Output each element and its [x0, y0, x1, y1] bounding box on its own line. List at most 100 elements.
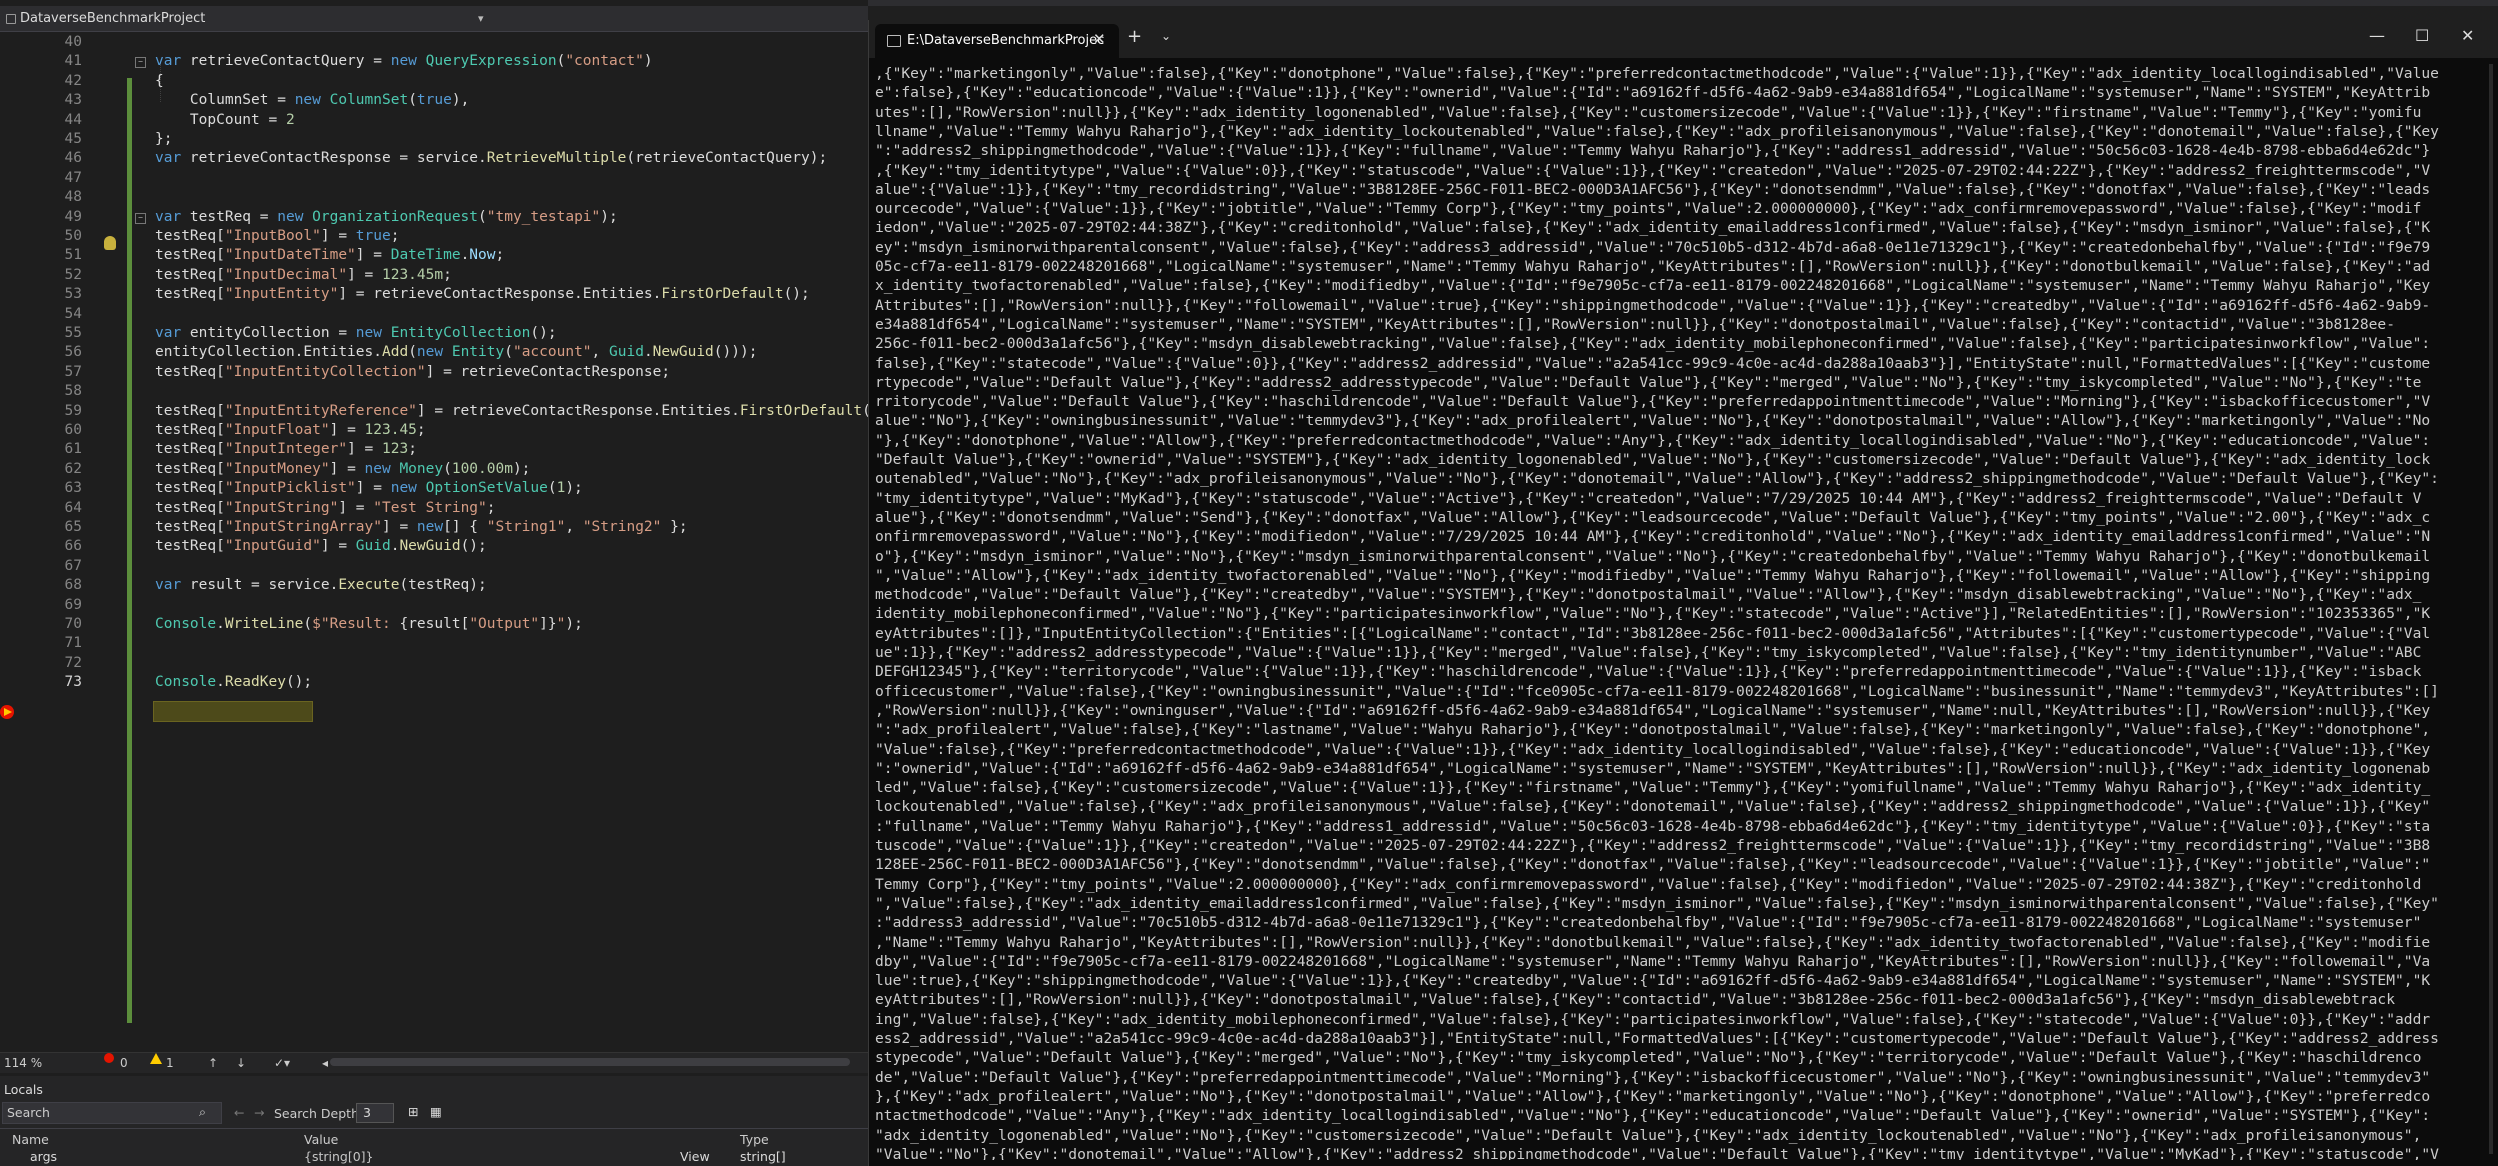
- terminal-line: ","Value":"Allow"},{"Key":"adx_identity_…: [875, 566, 2431, 584]
- view-button[interactable]: View: [680, 1149, 710, 1164]
- code-token: "InputMoney": [224, 460, 330, 477]
- code-text: };: [155, 130, 172, 149]
- code-line[interactable]: 44 TopCount = 2: [0, 111, 868, 130]
- minimize-icon[interactable]: —: [2369, 26, 2385, 45]
- terminal-line: alue"},{"Key":"donotsendmm","Value":"Sen…: [875, 508, 2431, 526]
- line-number: 50: [64, 228, 82, 244]
- code-line[interactable]: 67: [0, 557, 868, 576]
- terminal-line: "},{"Key":"donotphone","Value":"Allow"},…: [875, 431, 2431, 449]
- code-line[interactable]: 49 var testReq = new OrganizationRequest(…: [0, 208, 868, 227]
- terminal-line: methodcode","Value":"Default Value"},{"K…: [875, 586, 2422, 604]
- line-number: 48: [64, 189, 82, 206]
- terminal-line: llname","Value":"Temmy Wahyu Raharjo"},{…: [875, 122, 2439, 140]
- cleanup-icon[interactable]: ✓▾: [274, 1053, 290, 1073]
- code-line[interactable]: 71: [0, 634, 868, 653]
- code-line[interactable]: 64 testReq["InputString"] = "Test String"…: [0, 499, 868, 518]
- arrow-up-icon[interactable]: ↑: [208, 1053, 218, 1073]
- code-text: testReq["InputString"] = "Test String";: [155, 499, 496, 518]
- code-token: ] =: [381, 519, 417, 535]
- code-line[interactable]: 61 testReq["InputInteger"] = 123;: [0, 440, 868, 459]
- new-tab-icon[interactable]: +: [1127, 26, 1142, 47]
- arrow-down-icon[interactable]: ↓: [236, 1053, 246, 1073]
- code-token: testReq[: [155, 480, 225, 497]
- code-token: ] = retrieveContactResponse.Entities.: [416, 402, 740, 419]
- code-line[interactable]: 48: [0, 188, 868, 207]
- zoom-level[interactable]: 114 %: [4, 1053, 42, 1073]
- code-line[interactable]: 51 testReq["InputDateTime"] = DateTime.No…: [0, 246, 868, 265]
- terminal-tab[interactable]: E:\DataverseBenchmarkProjec ✕: [875, 24, 1119, 58]
- fold-toggle-icon[interactable]: −: [135, 212, 146, 224]
- code-line[interactable]: 62 testReq["InputMoney"] = new Money(100.…: [0, 460, 868, 479]
- code-line[interactable]: 63 testReq["InputPicklist"] = new OptionS…: [0, 479, 868, 498]
- locals-search-input[interactable]: Search ⌕: [2, 1102, 222, 1124]
- terminal-window: E:\DataverseBenchmarkProjec ✕ + ⌄ — ☐ ✕ …: [868, 20, 2498, 1166]
- code-line[interactable]: 66 testReq["InputGuid"] = Guid.NewGuid();: [0, 537, 868, 556]
- code-editor[interactable]: 40 41 var retrieveContactQuery = new Query…: [0, 32, 868, 1052]
- close-tab-icon[interactable]: ✕: [1093, 30, 1106, 48]
- code-token: Guid: [355, 538, 391, 555]
- code-line[interactable]: 41 var retrieveContactQuery = new QueryEx…: [0, 52, 868, 71]
- code-line[interactable]: 46 var retrieveContactResponse = service.…: [0, 149, 868, 168]
- code-line[interactable]: 52 testReq["InputDecimal"] = 123.45m;: [0, 266, 868, 285]
- column-header-value[interactable]: Value: [304, 1132, 338, 1147]
- code-line[interactable]: 60 testReq["InputFloat"] = 123.45;: [0, 421, 868, 440]
- code-line[interactable]: 57 testReq["InputEntityCollection"] = ret…: [0, 363, 868, 382]
- code-token: testReq[: [155, 363, 225, 380]
- line-number: 55: [64, 325, 82, 341]
- code-line[interactable]: 59 testReq["InputEntityReference"] = retr…: [0, 402, 868, 421]
- code-line[interactable]: 70 Console.WriteLine($"Result: {result["O…: [0, 615, 868, 634]
- code-line[interactable]: 40: [0, 33, 868, 52]
- hex-toggle-icon[interactable]: ▦: [430, 1104, 442, 1119]
- chevron-down-icon[interactable]: ⌄: [1161, 29, 1171, 43]
- code-line[interactable]: 50 testReq["InputBool"] = true;: [0, 227, 868, 246]
- code-line[interactable]: 68 var result = service.Execute(testReq);: [0, 576, 868, 595]
- code-line[interactable]: 55 var entityCollection = new EntityColle…: [0, 324, 868, 343]
- pin-icon[interactable]: ⊞: [408, 1104, 418, 1119]
- terminal-line: },{"Key":"adx_profilealert","Value":"No"…: [875, 1087, 2431, 1105]
- back-arrow-icon[interactable]: ←: [234, 1105, 244, 1120]
- code-line[interactable]: 58: [0, 382, 868, 401]
- maximize-icon[interactable]: ☐: [2415, 26, 2429, 45]
- column-header-name[interactable]: Name: [12, 1132, 49, 1147]
- error-count[interactable]: 0: [120, 1053, 128, 1073]
- code-line[interactable]: 73 Console.ReadKey();: [0, 673, 868, 692]
- project-dropdown[interactable]: DataverseBenchmarkProject: [20, 6, 205, 31]
- search-icon[interactable]: ⌕: [199, 1104, 206, 1120]
- terminal-line: :"address3_addressid","Value":"70c510b5-…: [875, 914, 2422, 932]
- code-token: OrganizationRequest: [312, 208, 479, 225]
- code-line[interactable]: 43 ColumnSet = new ColumnSet(true),: [0, 91, 868, 110]
- terminal-line: 256c-f011-bec2-000d3a1afc56"},{"Key":"ms…: [875, 335, 2431, 353]
- code-text: testReq["InputPicklist"] = new OptionSet…: [155, 479, 583, 498]
- code-line[interactable]: 56 entityCollection.Entities.Add(new Enti…: [0, 343, 868, 362]
- line-number: 42: [64, 72, 82, 89]
- code-line[interactable]: 65 testReq["InputStringArray"] = new[] { …: [0, 518, 868, 537]
- code-line[interactable]: 69: [0, 596, 868, 615]
- code-line[interactable]: 47: [0, 169, 868, 188]
- local-name[interactable]: args: [30, 1149, 57, 1164]
- close-window-icon[interactable]: ✕: [2461, 26, 2474, 45]
- vertical-scrollbar[interactable]: [2489, 64, 2493, 1154]
- code-token: (: [303, 616, 313, 632]
- code-line[interactable]: 54: [0, 305, 868, 324]
- forward-arrow-icon[interactable]: →: [254, 1105, 264, 1120]
- warning-count[interactable]: 1: [166, 1053, 174, 1073]
- terminal-output[interactable]: ,{"Key":"marketingonly","Value":false},{…: [875, 64, 2481, 1160]
- terminal-line: de","Value":"Default Value"},{"Key":"pre…: [875, 1068, 2431, 1086]
- chevron-down-icon[interactable]: ▾: [478, 6, 484, 31]
- fold-toggle-icon[interactable]: −: [135, 57, 146, 69]
- line-number: 59: [64, 402, 82, 419]
- code-token: ,: [591, 344, 610, 361]
- file-navigation-bar[interactable]: DataverseBenchmarkProject ▾: [0, 6, 868, 32]
- search-depth-select[interactable]: 3: [356, 1103, 394, 1123]
- horizontal-scrollbar[interactable]: [330, 1058, 850, 1066]
- local-value[interactable]: {string[0]}: [304, 1149, 374, 1164]
- code-line[interactable]: 45};: [0, 130, 868, 149]
- code-line[interactable]: 42 {: [0, 72, 868, 91]
- code-token: OptionSetValue: [425, 480, 548, 497]
- code-text: ColumnSet = new ColumnSet(true),: [155, 91, 469, 110]
- code-line[interactable]: 72: [0, 654, 868, 673]
- code-line[interactable]: 53 testReq["InputEntity"] = retrieveConta…: [0, 285, 868, 304]
- code-token: var: [155, 325, 190, 341]
- scroll-left-icon[interactable]: ◂: [322, 1053, 328, 1073]
- column-header-type[interactable]: Type: [740, 1132, 769, 1147]
